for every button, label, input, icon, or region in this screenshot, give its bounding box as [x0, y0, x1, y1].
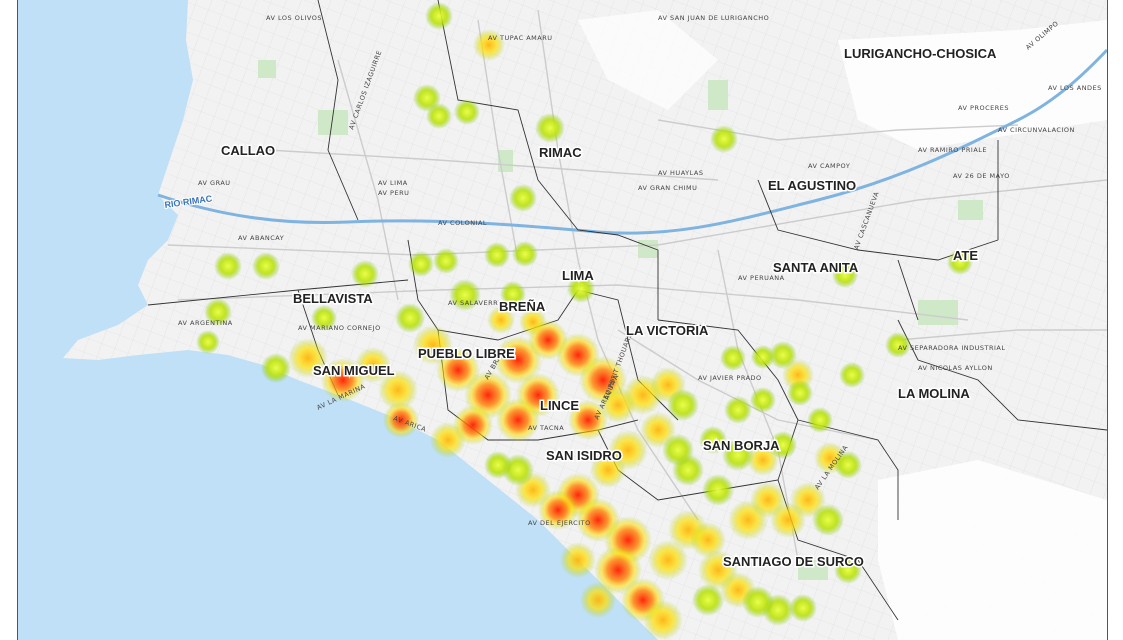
street-label: AV TUPAC AMARU — [488, 34, 553, 42]
heat-blob — [789, 594, 817, 622]
heat-blob — [692, 584, 724, 616]
heat-blob — [408, 251, 434, 277]
street-label: AV LOS ANDES — [1048, 84, 1102, 92]
street-label: AV SALAVERRY — [448, 299, 502, 307]
heat-blob — [702, 474, 734, 506]
street-label: AV CAMPOY — [808, 162, 850, 170]
heat-blob — [426, 103, 452, 129]
heat-blob — [261, 353, 291, 383]
street-label: AV LOS OLIVOS — [266, 14, 322, 22]
heat-blob — [433, 248, 459, 274]
street-label: AV SEPARADORA INDUSTRIAL — [898, 344, 1005, 352]
district-label-lince: LINCE — [540, 398, 579, 413]
district-label-san-isidro: SAN ISIDRO — [546, 448, 622, 463]
street-label: AV TACNA — [528, 424, 564, 432]
district-label-lurigancho-chosica: LURIGANCHO-CHOSICA — [844, 46, 997, 61]
street-label: AV DEL EJERCITO — [528, 519, 591, 527]
map-canvas[interactable]: AV LOS OLIVOS AV CARLOS IZAGUIRRE AV TUP… — [18, 0, 1107, 640]
street-label: AV COLONIAL — [438, 219, 487, 227]
district-label-el-agustino: EL AGUSTINO — [768, 178, 856, 193]
heat-blob — [430, 422, 466, 458]
map-frame[interactable]: AV LOS OLIVOS AV CARLOS IZAGUIRRE AV TUP… — [17, 0, 1108, 640]
heat-blob — [787, 380, 813, 406]
district-label-brena: BREÑA — [499, 299, 546, 314]
heat-blob — [425, 2, 453, 30]
heat-blob — [509, 184, 537, 212]
heat-blob — [750, 387, 776, 413]
district-label-san-miguel: SAN MIGUEL — [313, 363, 395, 378]
heat-blob — [807, 407, 833, 433]
heat-blob — [454, 99, 480, 125]
street-label: AV SAN JUAN DE LURIGANCHO — [658, 14, 769, 22]
heat-blob — [667, 389, 699, 421]
district-label-callao: CALLAO — [221, 143, 275, 158]
street-label: AV CIRCUNVALACION — [998, 126, 1075, 134]
street-label: AV RAMIRO PRIALE — [918, 146, 987, 154]
district-label-pueblo-libre: PUEBLO LIBRE — [418, 346, 515, 361]
street-label: AV PROCERES — [958, 104, 1009, 112]
district-label-ate: ATE — [953, 248, 978, 263]
heat-blob — [214, 252, 242, 280]
heat-blob — [351, 260, 379, 288]
heat-blob — [395, 303, 425, 333]
street-label: AV JAVIER PRADO — [698, 374, 762, 382]
heat-blob — [720, 345, 746, 371]
street-label: AV NICOLAS AYLLON — [918, 364, 993, 372]
heat-blob — [512, 241, 538, 267]
heat-blob — [484, 242, 510, 268]
heat-blob — [710, 125, 738, 153]
district-label-san-borja: SAN BORJA — [703, 438, 780, 453]
heat-blob — [742, 586, 774, 618]
street-label: AV ABANCAY — [238, 234, 284, 242]
district-label-rimac: RIMAC — [539, 145, 582, 160]
heat-blob — [560, 542, 596, 578]
street-label: AV 26 DE MAYO — [953, 172, 1010, 180]
heat-blob — [812, 504, 844, 536]
district-label-la-victoria: LA VICTORIA — [626, 323, 709, 338]
district-label-santiago-de-surco: SANTIAGO DE SURCO — [723, 554, 864, 569]
street-label: AV HUAYLAS — [658, 169, 703, 177]
heat-blob — [580, 582, 616, 618]
street-label: AV PERUANA — [738, 274, 785, 282]
heat-blob — [535, 113, 565, 143]
heat-blob — [496, 398, 540, 442]
street-label: AV MARIANO CORNEJO — [298, 324, 381, 332]
district-label-la-molina: LA MOLINA — [898, 386, 970, 401]
heat-blob — [839, 362, 865, 388]
heat-blob — [724, 396, 752, 424]
heat-blob — [252, 252, 280, 280]
street-label: AV ARGENTINA — [178, 319, 233, 327]
district-label-lima: LIMA — [562, 268, 594, 283]
heat-blob — [643, 600, 683, 640]
street-label: AV PERU — [378, 189, 409, 197]
heat-blob — [196, 330, 220, 354]
heat-blob — [484, 451, 512, 479]
street-label: AV GRAN CHIMU — [638, 184, 697, 192]
district-label-bellavista: BELLAVISTA — [293, 291, 373, 306]
street-label: AV GRAU — [198, 179, 231, 187]
district-label-santa-anita: SANTA ANITA — [773, 260, 859, 275]
heat-blob — [662, 434, 694, 466]
street-label: AV LIMA — [378, 179, 408, 187]
